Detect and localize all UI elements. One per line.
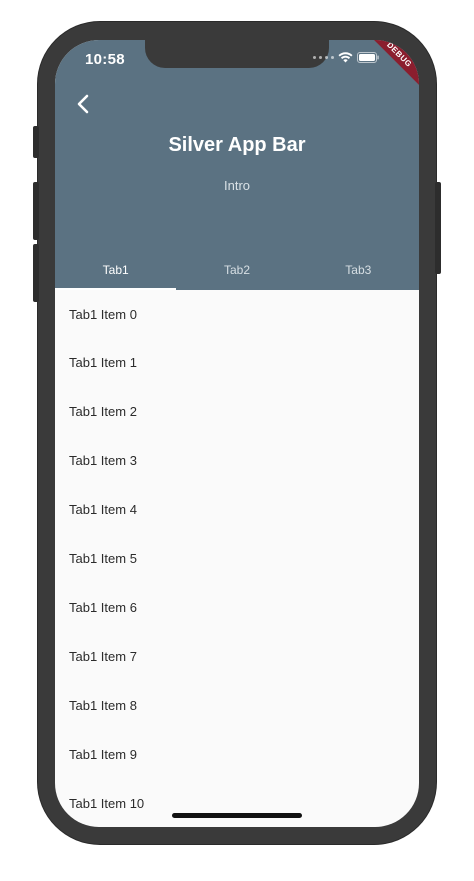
tab-3[interactable]: Tab3 <box>298 250 419 290</box>
item-list: Tab1 Item 0 Tab1 Item 1 Tab1 Item 2 Tab1… <box>55 290 419 827</box>
app-bar-title: Silver App Bar <box>168 134 306 156</box>
list-item[interactable]: Tab1 Item 9 <box>55 730 419 779</box>
back-button[interactable] <box>71 92 95 116</box>
signal-icon <box>313 56 334 59</box>
screen: 10:58 DEBUG Silver App Bar Intro Tab1 Ta… <box>55 40 419 827</box>
list-item[interactable]: Tab1 Item 3 <box>55 436 419 485</box>
app-bar-subtitle: Intro <box>223 178 250 193</box>
list-item[interactable]: Tab1 Item 7 <box>55 632 419 681</box>
notch <box>145 40 329 68</box>
volume-up-button <box>33 182 39 240</box>
status-icons <box>313 52 379 63</box>
home-indicator[interactable] <box>172 813 302 818</box>
debug-banner: DEBUG <box>360 40 419 94</box>
list-item[interactable]: Tab1 Item 0 <box>55 290 419 338</box>
wifi-icon <box>338 52 353 63</box>
list-item[interactable]: Tab1 Item 2 <box>55 387 419 436</box>
volume-down-button <box>33 244 39 302</box>
status-time: 10:58 <box>85 51 125 68</box>
list-item[interactable]: Tab1 Item 1 <box>55 338 419 387</box>
tab-2[interactable]: Tab2 <box>176 250 297 290</box>
mute-switch <box>33 126 39 158</box>
list-item[interactable]: Tab1 Item 4 <box>55 485 419 534</box>
tab-1[interactable]: Tab1 <box>55 250 177 290</box>
list-item[interactable]: Tab1 Item 10 <box>55 779 419 827</box>
power-button <box>435 182 441 274</box>
app-bar: 10:58 DEBUG Silver App Bar Intro Tab1 Ta… <box>55 40 419 290</box>
list-item[interactable]: Tab1 Item 5 <box>55 534 419 583</box>
chevron-left-icon <box>77 94 89 114</box>
battery-icon <box>357 52 379 63</box>
list-item[interactable]: Tab1 Item 6 <box>55 583 419 632</box>
tab-bar: Tab1 Tab2 Tab3 <box>55 250 419 290</box>
list-item[interactable]: Tab1 Item 8 <box>55 681 419 730</box>
